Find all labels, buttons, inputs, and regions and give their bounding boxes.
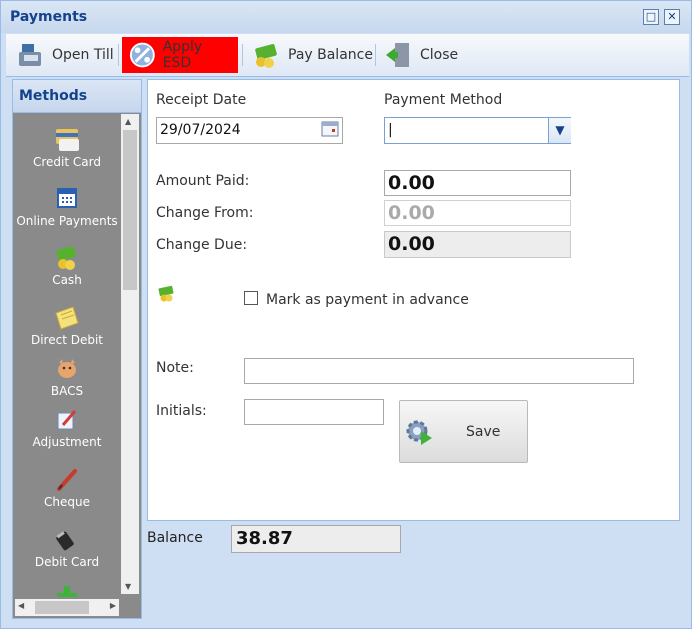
amount-paid-input[interactable]: 0.00	[384, 170, 571, 196]
open-till-button[interactable]: Open Till	[10, 37, 120, 73]
cash-register-icon	[19, 44, 41, 66]
window-title: Payments	[10, 9, 88, 25]
change-from-label: Change From:	[156, 205, 254, 221]
discount-icon	[129, 42, 155, 68]
note-label: Note:	[156, 360, 194, 376]
method-label: Debit Card	[34, 555, 100, 569]
method-cheque[interactable]: Cheque	[13, 467, 121, 509]
receipt-date-input[interactable]: 29/07/2024	[156, 117, 343, 144]
cash-icon	[158, 285, 174, 302]
toolbar-separator	[118, 44, 119, 66]
initials-label: Initials:	[156, 403, 207, 419]
payments-window: Payments □ ✕ Open Till Apply ESD Pay Bal…	[0, 0, 692, 629]
save-button[interactable]: Save	[399, 400, 528, 463]
methods-header: Methods	[13, 80, 141, 113]
change-due-value: 0.00	[384, 231, 571, 258]
close-button[interactable]: Close	[378, 37, 464, 73]
toolbar-separator	[375, 44, 376, 66]
method-adjustment[interactable]: Adjustment	[13, 407, 121, 449]
close-icon[interactable]: ✕	[664, 9, 680, 25]
receipt-date-label: Receipt Date	[156, 92, 247, 108]
method-label: Credit Card	[33, 155, 101, 169]
scrollbar-thumb[interactable]	[123, 130, 137, 290]
method-add[interactable]	[13, 583, 121, 597]
pen-icon	[57, 469, 77, 491]
scrollbar-thumb[interactable]	[35, 601, 89, 614]
payment-method-select[interactable]: |	[384, 117, 571, 144]
amount-paid-label: Amount Paid:	[156, 173, 250, 189]
initials-input[interactable]	[244, 399, 384, 425]
method-bacs[interactable]: BACS	[13, 356, 121, 398]
pay-balance-button[interactable]: Pay Balance	[246, 37, 379, 73]
cash-icon	[255, 44, 277, 68]
scroll-left-icon[interactable]: ◀	[18, 601, 24, 610]
title-bar: Payments □ ✕	[1, 1, 691, 33]
methods-horizontal-scrollbar[interactable]: ◀ ▶	[15, 599, 119, 616]
payment-method-label: Payment Method	[384, 92, 503, 108]
method-label: Online Payments	[16, 214, 118, 228]
change-from-input[interactable]: 0.00	[384, 200, 571, 226]
save-label: Save	[466, 424, 501, 440]
piggy-bank-icon	[58, 359, 76, 378]
change-due-label: Change Due:	[156, 237, 248, 253]
method-label: Adjustment	[32, 435, 102, 449]
balance-value: 38.87	[231, 525, 401, 553]
method-label: Direct Debit	[30, 333, 104, 347]
method-label: Cash	[52, 273, 82, 287]
note-input[interactable]	[244, 358, 634, 384]
method-online-payments[interactable]: Online Payments	[13, 186, 121, 228]
apply-esd-label: Apply ESD	[162, 39, 203, 71]
advance-payment-checkbox[interactable]	[244, 291, 258, 305]
cash-icon	[56, 246, 76, 270]
method-label: Cheque	[44, 495, 90, 509]
advance-payment-label: Mark as payment in advance	[266, 292, 469, 308]
scroll-right-icon[interactable]: ▶	[110, 601, 116, 610]
plus-icon	[57, 586, 77, 597]
apply-esd-button[interactable]: Apply ESD	[122, 37, 238, 73]
method-credit-card[interactable]: Credit Card	[13, 127, 121, 169]
credit-card-icon	[56, 129, 79, 151]
methods-panel: Methods Credit Card Online Payments Cash	[12, 79, 142, 619]
scroll-up-icon[interactable]: ▲	[125, 117, 131, 126]
balance-label: Balance	[147, 530, 203, 546]
toolbar-separator	[242, 44, 243, 66]
close-label: Close	[420, 47, 459, 63]
note-icon	[55, 306, 79, 330]
open-till-label: Open Till	[52, 47, 114, 63]
chevron-down-icon[interactable]: ▼	[548, 118, 571, 143]
methods-vertical-scrollbar[interactable]: ▲ ▼	[121, 114, 139, 594]
method-cash[interactable]: Cash	[13, 245, 121, 287]
maximize-icon[interactable]: □	[643, 9, 659, 25]
method-direct-debit[interactable]: Direct Debit	[13, 305, 121, 347]
payment-form: Receipt Date 29/07/2024 Payment Method |…	[147, 79, 680, 521]
calendar-grid-icon	[57, 188, 77, 208]
exit-door-icon	[386, 43, 409, 67]
calendar-icon[interactable]	[321, 120, 339, 138]
method-debit-card[interactable]: Debit Card	[13, 527, 121, 569]
adjustment-icon	[57, 410, 77, 430]
toolbar: Open Till Apply ESD Pay Balance Close	[6, 34, 689, 77]
scroll-down-icon[interactable]: ▼	[125, 582, 131, 591]
pay-balance-label: Pay Balance	[288, 47, 373, 63]
method-label: BACS	[50, 384, 84, 398]
gear-play-icon	[406, 420, 432, 445]
card-reader-icon	[56, 531, 74, 551]
